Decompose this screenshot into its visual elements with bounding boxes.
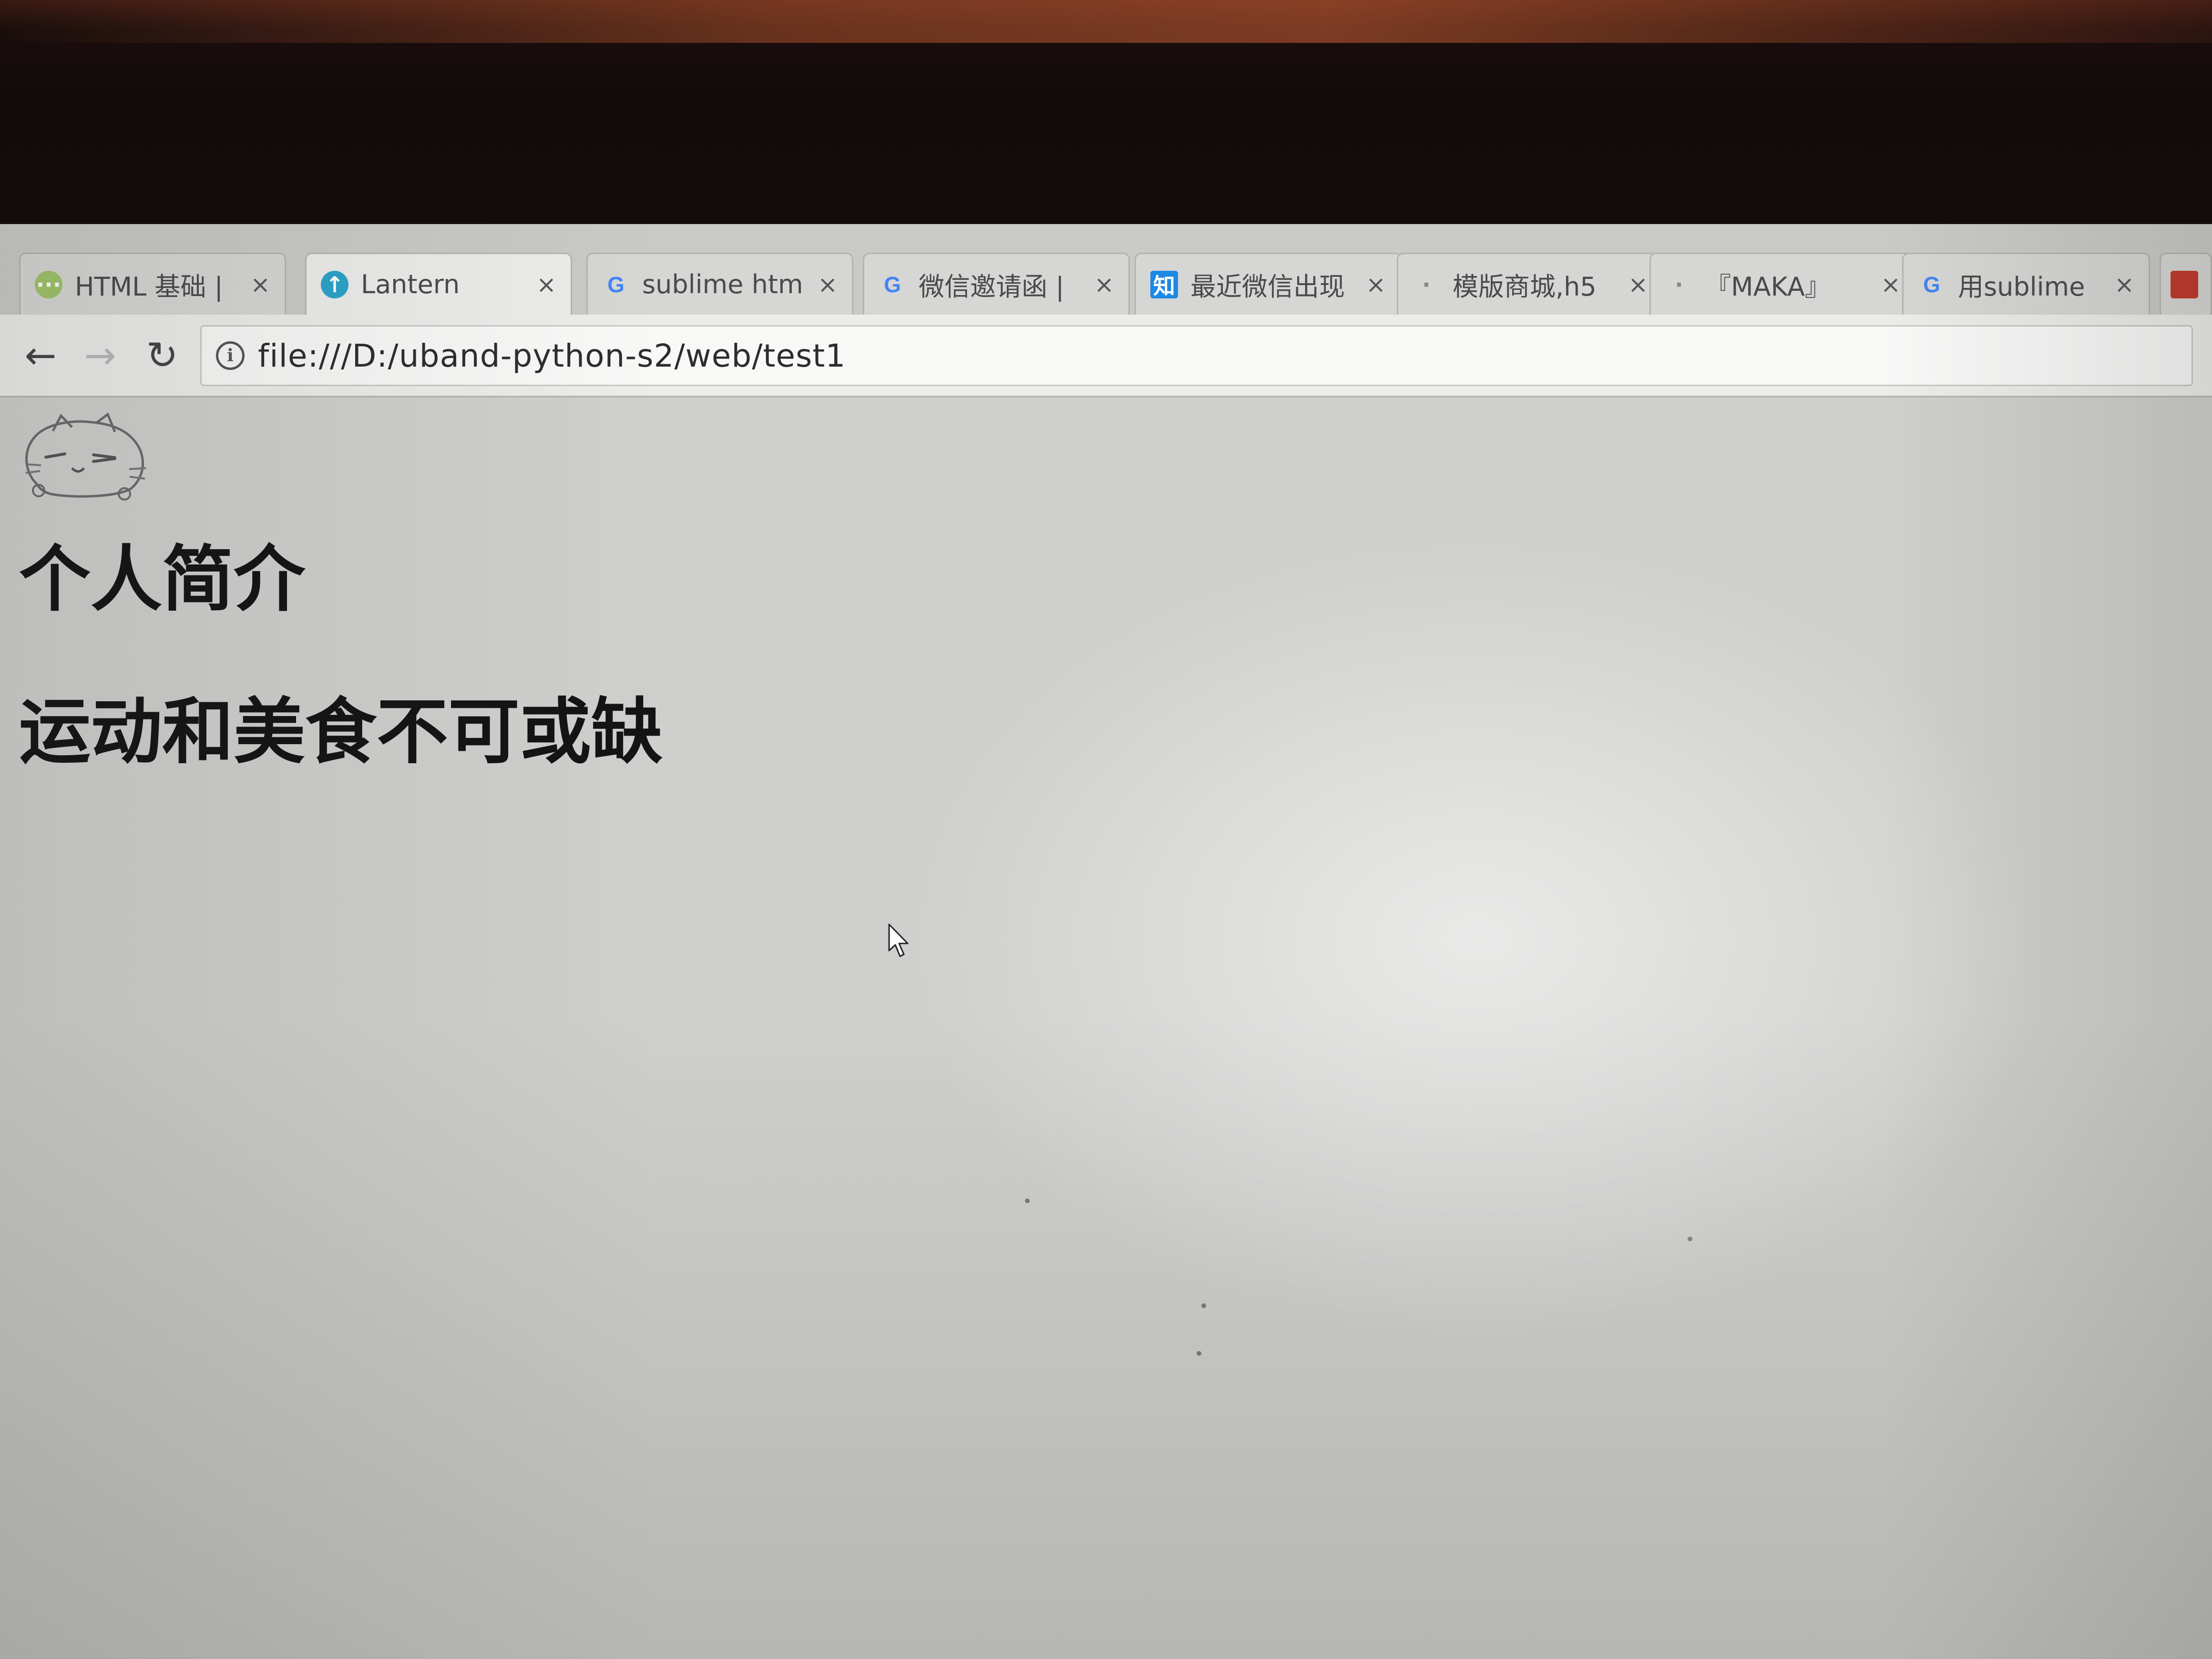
close-icon[interactable]: × [1094, 271, 1114, 298]
address-bar[interactable]: i file:///D:/uband-python-s2/web/test1 [200, 325, 2193, 386]
photo-frame: ··· HTML 基础 | × ↑ Lantern × G sublime ht… [0, 0, 2212, 1659]
tab-strip: ··· HTML 基础 | × ↑ Lantern × G sublime ht… [0, 224, 2212, 324]
page-heading-hobbies: 运动和美食不可或缺 [19, 691, 663, 774]
tab-use-sublime[interactable]: G 用sublime × [1902, 253, 2150, 315]
mouse-cursor-icon [888, 923, 909, 957]
close-icon[interactable]: × [2114, 271, 2134, 298]
tab-template-store[interactable]: · 模版商城,h5 × [1397, 253, 1664, 315]
info-icon[interactable]: i [216, 341, 245, 370]
close-icon[interactable]: × [1881, 271, 1901, 298]
screen-speck [1201, 1303, 1206, 1308]
screen-speck [1688, 1237, 1692, 1241]
tab-title: 微信邀请函 | [919, 272, 1065, 302]
dot-icon: · [1675, 271, 1683, 297]
page-content: 个人简介 运动和美食不可或缺 [0, 398, 2212, 1659]
tab-title: HTML 基础 | [75, 272, 223, 302]
tab-title: 模版商城,h5 [1453, 272, 1597, 302]
tab-title: sublime htm [642, 269, 803, 299]
google-icon: G [1923, 272, 1940, 297]
tab-title: Lantern [361, 269, 460, 299]
close-icon[interactable]: × [250, 271, 270, 298]
tab-wechat-invitation[interactable]: G 微信邀请函 | × [863, 253, 1130, 315]
forward-button[interactable]: → [79, 333, 122, 378]
lantern-icon: ↑ [321, 270, 348, 298]
page-heading-intro: 个人简介 [19, 538, 306, 621]
monitor-bezel [0, 0, 2212, 43]
url-text[interactable]: file:///D:/uband-python-s2/web/test1 [258, 338, 846, 374]
reload-button[interactable]: ↻ [141, 333, 184, 378]
close-icon[interactable]: × [1628, 271, 1648, 298]
tab-lantern[interactable]: ↑ Lantern × [305, 253, 572, 315]
close-icon[interactable]: × [536, 271, 556, 298]
tab-overflow[interactable] [2160, 253, 2212, 315]
back-button[interactable]: ← [19, 333, 62, 378]
tab-maka[interactable]: · 『MAKA』 × [1649, 253, 1916, 315]
tab-title: 最近微信出现 [1190, 272, 1345, 302]
tab-title: 『MAKA』 [1705, 272, 1831, 302]
google-icon: G [607, 272, 625, 297]
maka-icon [2171, 270, 2198, 298]
avatar [25, 412, 146, 501]
tab-sublime-html[interactable]: G sublime htm × [586, 253, 853, 315]
html-course-icon: ··· [35, 270, 62, 298]
screen-speck [1197, 1351, 1201, 1356]
screen-speck [1025, 1198, 1030, 1203]
close-icon[interactable]: × [818, 271, 838, 298]
browser-toolbar: ← → ↻ i file:///D:/uband-python-s2/web/t… [0, 315, 2212, 398]
google-icon: G [884, 272, 901, 297]
browser-window: ··· HTML 基础 | × ↑ Lantern × G sublime ht… [0, 224, 2212, 1659]
close-icon[interactable]: × [1366, 271, 1386, 298]
tab-html-basics[interactable]: ··· HTML 基础 | × [19, 253, 286, 315]
tab-zhihu[interactable]: 知 最近微信出现 × [1135, 253, 1402, 315]
zhihu-icon: 知 [1150, 270, 1178, 299]
dot-icon: · [1422, 271, 1431, 297]
tab-title: 用sublime [1958, 272, 2085, 302]
